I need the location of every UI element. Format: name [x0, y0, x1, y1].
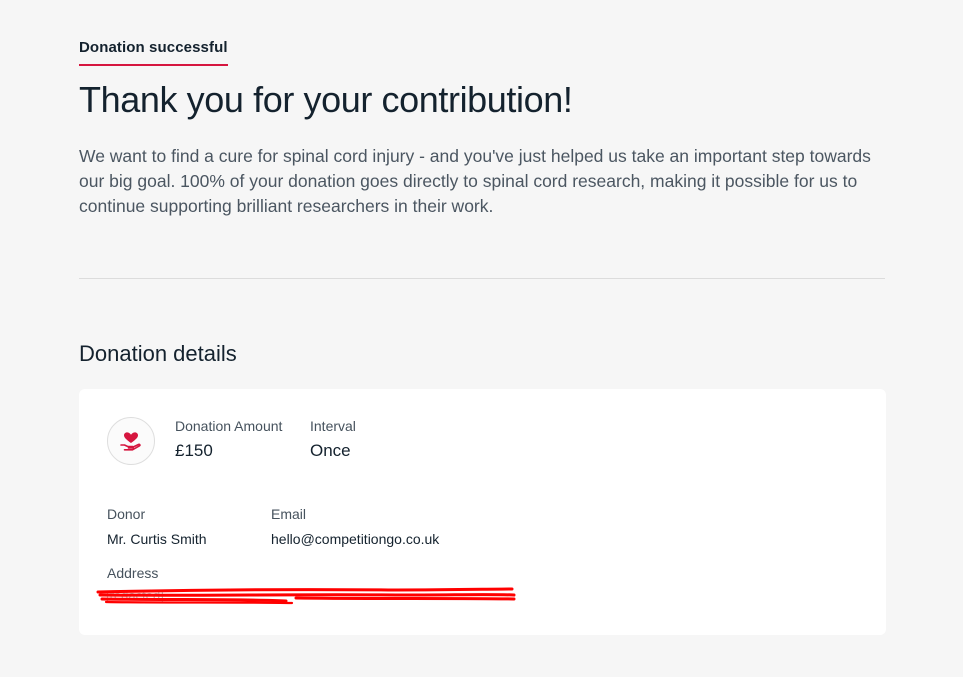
donor-value: Mr. Curtis Smith: [107, 531, 207, 547]
heart-in-hand-icon: [107, 417, 155, 465]
donor: Donor Mr. Curtis Smith: [107, 506, 207, 547]
donation-amount-label: Donation Amount: [175, 418, 283, 434]
status-tab: Donation successful: [79, 39, 228, 66]
redaction-scribble: [96, 587, 516, 605]
address: Address: [107, 565, 158, 581]
email-label: Email: [271, 506, 307, 522]
interval-label: Interval: [310, 418, 356, 434]
intro-text: We want to find a cure for spinal cord i…: [79, 146, 871, 216]
donation-interval: Interval Once: [310, 418, 356, 461]
email: Email hello@competitiongo.co.uk: [271, 506, 439, 547]
address-label: Address: [107, 565, 159, 581]
donation-amount-value: £150: [175, 441, 213, 460]
donor-label: Donor: [107, 506, 146, 522]
interval-value: Once: [310, 441, 351, 460]
section-title: Donation details: [79, 341, 237, 366]
donation-details-card: Donation Amount £150 Interval Once Donor…: [79, 389, 886, 635]
donation-amount: Donation Amount £150: [175, 418, 282, 461]
email-value: hello@competitiongo.co.uk: [271, 531, 440, 547]
divider: [79, 278, 885, 279]
page-title: Thank you for your contribution!: [79, 79, 573, 120]
address-value-redacted: [redacted]: [96, 587, 516, 605]
